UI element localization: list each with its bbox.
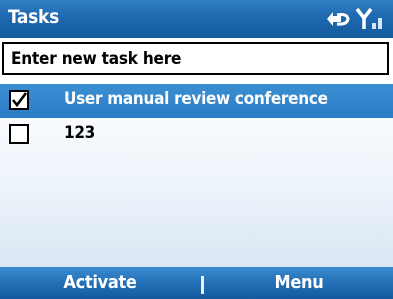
task-row-123[interactable]: 123 (0, 118, 393, 152)
signal-icon (355, 7, 382, 29)
task-checkbox[interactable] (9, 124, 29, 144)
task-label: 123 (64, 123, 96, 143)
task-row-user-manual-review[interactable]: User manual review conference (0, 84, 393, 118)
sync-icon (327, 12, 350, 26)
softkey-divider (201, 276, 204, 294)
page-title: Tasks (8, 6, 59, 28)
menu-softkey[interactable]: Menu (205, 272, 393, 293)
activate-softkey[interactable]: Activate (0, 272, 200, 293)
new-task-input[interactable]: Enter new task here (2, 42, 389, 75)
task-checkbox-checked[interactable] (9, 90, 29, 110)
status-icons (323, 7, 387, 31)
task-label: User manual review conference (64, 89, 328, 109)
checkmark-icon (11, 92, 27, 108)
softkey-bar: Activate Menu (0, 267, 393, 299)
title-bar: Tasks (0, 0, 393, 38)
new-task-placeholder: Enter new task here (11, 49, 182, 69)
